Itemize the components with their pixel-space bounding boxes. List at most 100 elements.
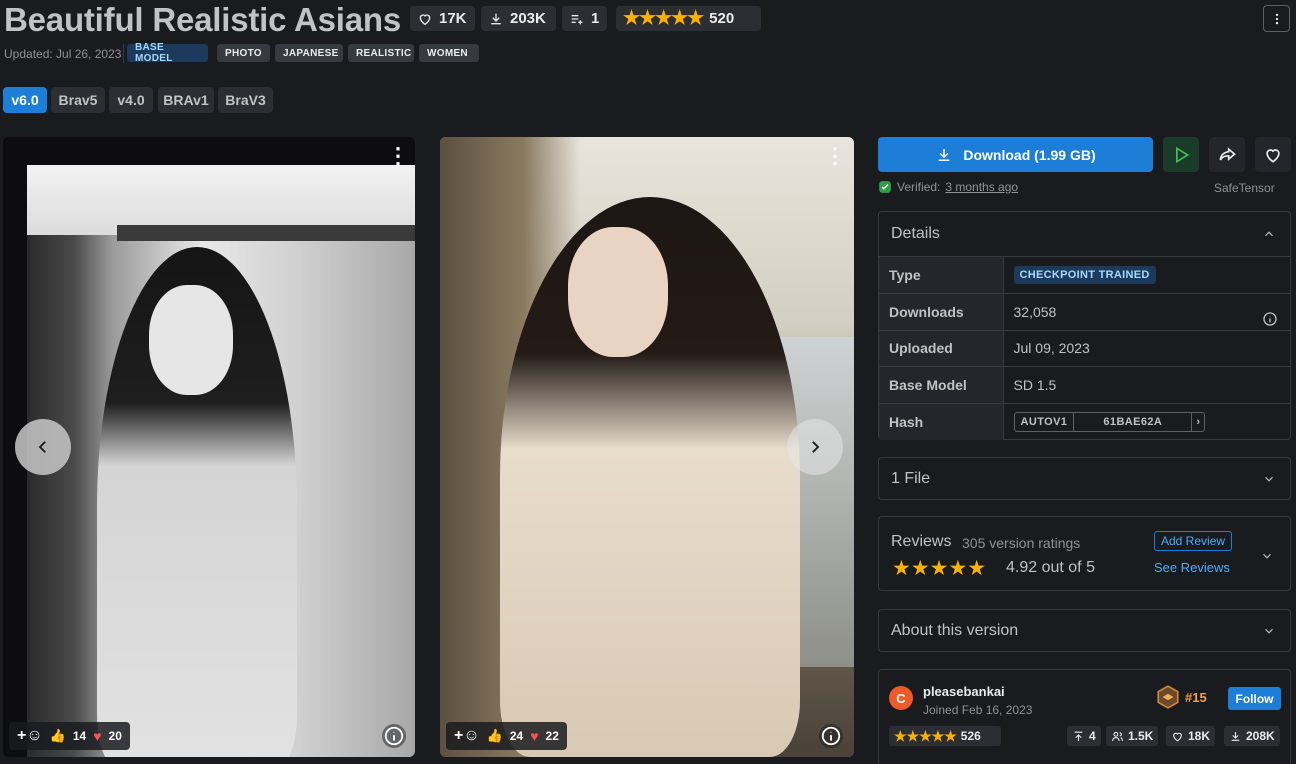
tag-realistic[interactable]: REALISTIC — [348, 44, 414, 62]
details-key: Type — [879, 256, 1004, 294]
rating-stat[interactable]: ★★★★★ 520 — [616, 6, 761, 31]
more-menu-button[interactable] — [1263, 5, 1290, 32]
reviews-count: 305 version ratings — [962, 535, 1081, 551]
details-header[interactable]: Details — [879, 212, 1290, 256]
heart-icon — [419, 13, 431, 25]
avatar[interactable]: C — [889, 686, 913, 710]
thumbs-up-icon[interactable]: 👍 — [50, 728, 66, 744]
downloads-count: 208K — [1246, 729, 1275, 743]
rank-icon — [1157, 685, 1179, 709]
rank-number: #15 — [1185, 689, 1207, 705]
window-frame — [117, 225, 415, 241]
image-menu-icon[interactable]: ⋮ — [824, 145, 846, 167]
chevron-down-icon — [1265, 476, 1273, 482]
reviews-heading: Reviews — [891, 533, 952, 550]
download-count: 203K — [510, 10, 546, 27]
heart-count: 20 — [108, 729, 122, 743]
gallery-image-2[interactable]: ⋮ +☺ 👍 24 ♥ 22 — [440, 137, 854, 757]
about-heading: About this version — [891, 621, 1019, 639]
tag-japanese[interactable]: JAPANESE — [275, 44, 343, 62]
playlist-add-icon — [571, 14, 583, 24]
download-icon — [1231, 731, 1240, 741]
add-reaction-icon[interactable]: +☺ — [17, 727, 43, 745]
verified-label: Verified: — [897, 180, 941, 194]
version-tab-v4[interactable]: v4.0 — [109, 87, 153, 113]
details-value-type: CHECKPOINT TRAINED — [1003, 256, 1290, 326]
type-badge: CHECKPOINT TRAINED — [1013, 266, 1156, 285]
download-label: Download (1.99 GB) — [963, 146, 1096, 163]
chevron-right-icon — [812, 441, 820, 453]
chevron-right-icon[interactable]: › — [1192, 413, 1204, 431]
verified-date-link[interactable]: 3 months ago — [945, 180, 1018, 194]
shield-check-icon — [879, 181, 891, 193]
verified-info: Verified: 3 months ago — [878, 180, 1018, 194]
download-button[interactable]: Download (1.99 GB) — [878, 137, 1153, 172]
tag-base-model[interactable]: BASE MODEL — [127, 42, 208, 64]
details-key: Uploaded — [879, 329, 1004, 367]
tag-photo[interactable]: PHOTO — [217, 44, 270, 62]
heart-reaction-icon[interactable]: ♥ — [93, 728, 101, 744]
run-button[interactable] — [1163, 137, 1199, 172]
hash-type[interactable]: AUTOV1 — [1015, 413, 1075, 432]
reviews-stars-icon: ★★★★★ — [892, 557, 987, 580]
share-icon — [1219, 146, 1236, 161]
heart-icon — [1173, 732, 1182, 741]
details-key: Downloads — [879, 292, 1004, 331]
creator-card: C pleasebankai Joined Feb 16, 2023 #15 F… — [878, 669, 1291, 764]
carousel-next-button[interactable] — [787, 419, 843, 475]
info-icon[interactable] — [1262, 311, 1278, 327]
creator-name[interactable]: pleasebankai — [923, 684, 1005, 699]
rank-badge: #15 — [1155, 684, 1207, 710]
image-menu-icon[interactable]: ⋮ — [387, 145, 409, 167]
reaction-bar[interactable]: +☺ 👍 24 ♥ 22 — [446, 722, 567, 750]
favorite-button[interactable] — [1255, 137, 1291, 172]
hash-value[interactable]: 61BAE62A — [1074, 413, 1193, 432]
download-stat[interactable]: 203K — [481, 6, 556, 31]
creator-rating-count: 526 — [960, 729, 981, 743]
heart-reaction-icon[interactable]: ♥ — [530, 728, 538, 744]
photo-grayscale — [27, 165, 415, 757]
table-row: Uploaded Jul 09, 2023 — [879, 329, 1290, 367]
chevron-down-icon — [1265, 628, 1273, 634]
table-row: Downloads 32,058 — [879, 292, 1290, 331]
portrait-face — [568, 227, 668, 357]
see-reviews-link[interactable]: See Reviews — [1154, 560, 1230, 575]
uploads-count: 4 — [1089, 729, 1096, 743]
collection-stat[interactable]: 1 — [562, 6, 607, 31]
download-icon — [491, 13, 501, 24]
divider — [123, 44, 124, 63]
add-review-button[interactable]: Add Review — [1154, 531, 1233, 551]
version-tab-brav5[interactable]: Brav5 — [51, 87, 105, 113]
hash-selector[interactable]: AUTOV1 61BAE62A › — [1013, 412, 1206, 433]
details-value: SD 1.5 — [1003, 366, 1290, 404]
collection-count: 1 — [591, 10, 600, 27]
stars-icon: ★★★★★ — [894, 728, 957, 744]
chevron-down-icon[interactable] — [1260, 549, 1274, 563]
add-reaction-icon[interactable]: +☺ — [454, 727, 480, 745]
follow-button[interactable]: Follow — [1228, 687, 1281, 710]
details-table: Type CHECKPOINT TRAINED Downloads 32,058… — [879, 256, 1290, 441]
files-panel[interactable]: 1 File — [878, 457, 1291, 500]
version-tab-brav1[interactable]: BRAv1 — [158, 87, 214, 113]
heart-count: 22 — [545, 729, 559, 743]
table-row: Type CHECKPOINT TRAINED — [879, 256, 1290, 326]
tag-women[interactable]: WOMEN — [419, 44, 479, 62]
details-panel: Details Type CHECKPOINT TRAINED Download… — [878, 211, 1291, 441]
thumbs-up-count: 14 — [72, 729, 87, 743]
share-button[interactable] — [1209, 137, 1245, 172]
followers-count: 1.5K — [1128, 729, 1154, 743]
gallery-image-1[interactable]: ⋮ +☺ 👍 14 ♥ 20 — [3, 137, 415, 757]
version-tab-v6[interactable]: v6.0 — [3, 87, 47, 113]
updated-date: Updated: Jul 26, 2023 — [4, 47, 122, 61]
reaction-bar[interactable]: +☺ 👍 14 ♥ 20 — [9, 722, 130, 750]
uploads-chip: 4 — [1067, 726, 1101, 746]
details-value: Jul 09, 2023 — [1003, 329, 1290, 367]
about-panel[interactable]: About this version — [878, 609, 1291, 652]
thumbs-up-icon[interactable]: 👍 — [487, 728, 503, 744]
dots-vertical-icon — [1275, 13, 1278, 24]
image-info-button[interactable] — [382, 724, 406, 748]
carousel-prev-button[interactable] — [15, 419, 71, 475]
like-stat[interactable]: 17K — [410, 6, 475, 31]
version-tab-brav3[interactable]: BraV3 — [218, 87, 273, 113]
image-info-button[interactable] — [819, 724, 843, 748]
